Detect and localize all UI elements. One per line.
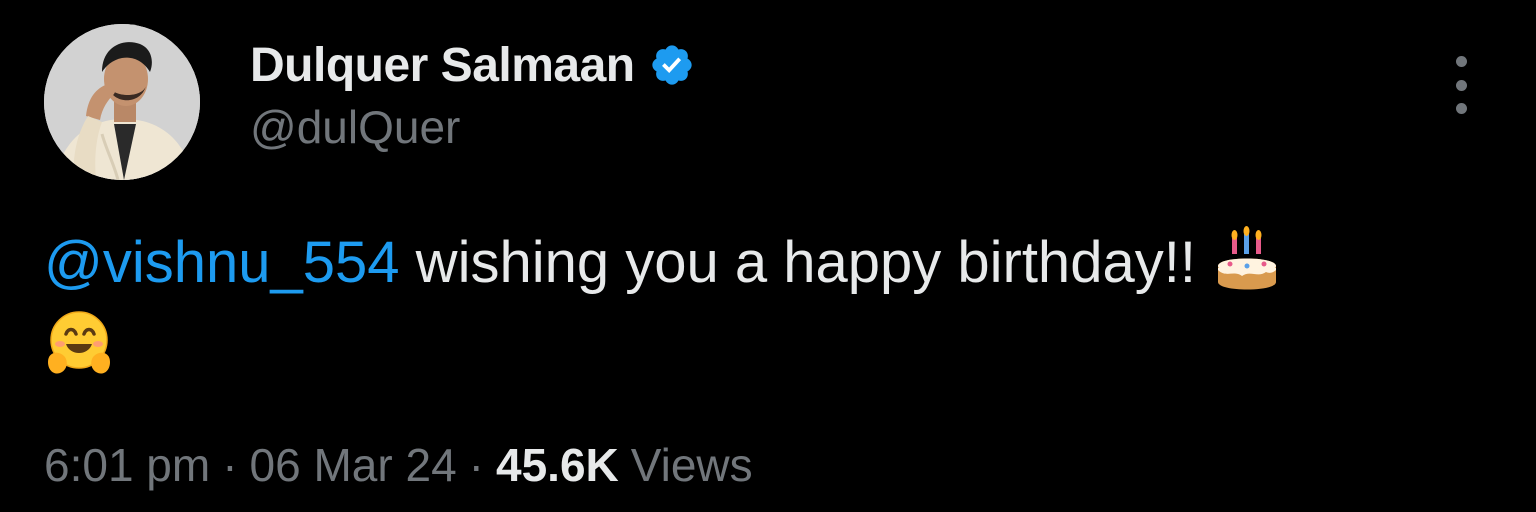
verified-badge-icon[interactable] [649, 42, 695, 88]
hugging-face-emoji-icon [44, 308, 114, 378]
author-handle[interactable]: @dulQuer [250, 100, 460, 154]
mention-link[interactable]: @vishnu_554 [44, 230, 400, 295]
views-count[interactable]: 45.6K [496, 438, 619, 492]
tweet-time[interactable]: 6:01 pm [44, 438, 210, 492]
author-display-name[interactable]: Dulquer Salmaan [250, 38, 635, 93]
profile-photo-icon [44, 24, 200, 180]
more-dot [1455, 103, 1467, 114]
tweet-card: Dulquer Salmaan @dulQuer @vishnu_554 wis… [0, 0, 1536, 512]
avatar[interactable] [44, 24, 200, 180]
tweet-date[interactable]: 06 Mar 24 [250, 438, 457, 492]
more-dot [1455, 56, 1467, 67]
meta-separator: · [222, 439, 238, 491]
meta-separator: · [468, 439, 484, 491]
views-label: Views [630, 439, 753, 491]
more-options-icon[interactable] [1444, 56, 1478, 114]
tweet-text: @vishnu_554 wishing you a happy birthday… [44, 222, 1494, 386]
more-dot [1455, 79, 1467, 91]
tweet-body-text: wishing you a happy birthday!! [399, 230, 1213, 295]
author-name-row: Dulquer Salmaan [250, 36, 695, 94]
birthday-cake-emoji-icon [1212, 226, 1282, 296]
tweet-meta: 6:01 pm · 06 Mar 24 · 45.6K Views [44, 438, 753, 492]
